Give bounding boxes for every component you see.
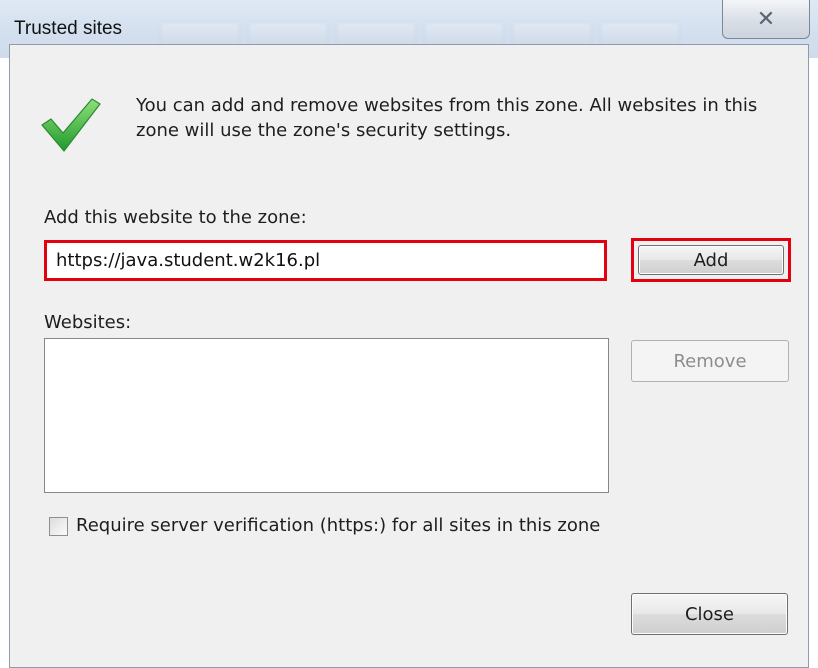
window-close-button[interactable]: ✕ — [722, 0, 810, 39]
remove-button[interactable]: Remove — [631, 340, 789, 382]
info-text: You can add and remove websites from thi… — [136, 95, 758, 141]
add-button-highlight: Add — [631, 238, 791, 282]
website-url-input[interactable] — [44, 240, 607, 281]
close-button[interactable]: Close — [631, 593, 788, 635]
websites-label: Websites: — [44, 312, 132, 333]
add-button[interactable]: Add — [638, 245, 784, 275]
require-verification-checkbox[interactable] — [49, 517, 68, 536]
window-title: Trusted sites — [14, 18, 123, 39]
require-verification-label[interactable]: Require server verification (https:) for… — [76, 515, 600, 536]
check-mark-icon — [41, 98, 101, 152]
close-icon: ✕ — [756, 6, 776, 32]
add-site-label: Add this website to the zone: — [44, 207, 307, 228]
websites-list[interactable] — [44, 338, 609, 493]
